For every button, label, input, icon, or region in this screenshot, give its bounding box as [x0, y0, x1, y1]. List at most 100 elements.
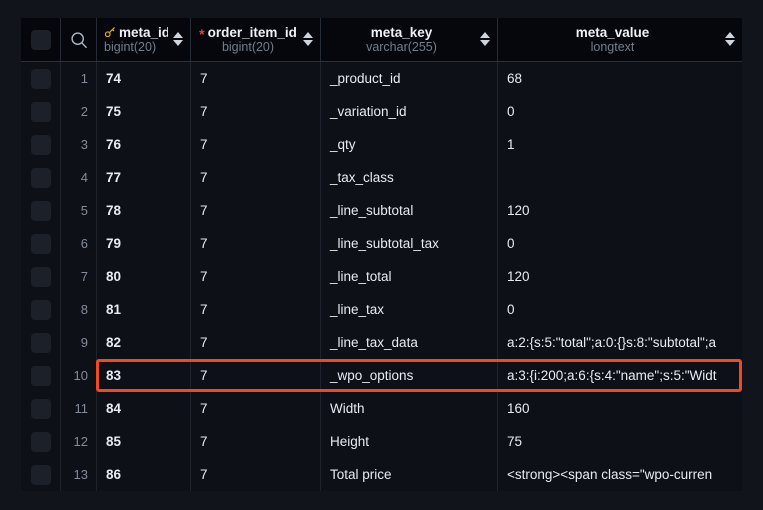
- cell-meta-value[interactable]: 120: [497, 194, 742, 227]
- table-row[interactable]: 12 85 7 Height 75: [21, 425, 742, 458]
- table-row[interactable]: 9 82 7 _line_tax_data a:2:{s:5:"total";a:0:{…: [21, 326, 742, 359]
- cell-meta-value[interactable]: 0: [497, 95, 742, 128]
- cell-meta-value[interactable]: 0: [497, 227, 742, 260]
- row-select-cell[interactable]: [21, 194, 60, 227]
- row-select-cell[interactable]: [21, 62, 60, 95]
- cell-meta-id[interactable]: 82: [96, 326, 190, 359]
- row-select-cell[interactable]: [21, 260, 60, 293]
- cell-meta-id[interactable]: 76: [96, 128, 190, 161]
- sort-toggle-meta-key[interactable]: [479, 30, 490, 48]
- table-row[interactable]: 11 84 7 Width 160: [21, 392, 742, 425]
- cell-order-item-id[interactable]: 7: [190, 128, 320, 161]
- cell-meta-key[interactable]: _wpo_options: [320, 359, 497, 392]
- cell-meta-id[interactable]: 78: [96, 194, 190, 227]
- search-cell[interactable]: [60, 18, 96, 61]
- column-header-meta-id[interactable]: meta_id bigint(20): [96, 18, 190, 61]
- cell-meta-value[interactable]: 75: [497, 425, 742, 458]
- cell-meta-key[interactable]: _variation_id: [320, 95, 497, 128]
- cell-order-item-id[interactable]: 7: [190, 62, 320, 95]
- row-select-checkbox[interactable]: [30, 266, 51, 287]
- cell-order-item-id[interactable]: 7: [190, 458, 320, 491]
- cell-meta-key[interactable]: Total price: [320, 458, 497, 491]
- row-select-cell[interactable]: [21, 161, 60, 194]
- table-row[interactable]: 2 75 7 _variation_id 0: [21, 95, 742, 128]
- table-row[interactable]: 10 83 7 _wpo_options a:3:{i:200;a:6:{s:4:"na…: [21, 359, 742, 392]
- column-header-meta-key[interactable]: meta_key varchar(255): [320, 18, 497, 61]
- cell-meta-key[interactable]: _line_tax_data: [320, 326, 497, 359]
- row-select-checkbox[interactable]: [30, 431, 51, 452]
- cell-meta-value[interactable]: [497, 161, 742, 194]
- table-row[interactable]: 5 78 7 _line_subtotal 120: [21, 194, 742, 227]
- row-select-checkbox[interactable]: [30, 332, 51, 353]
- select-all-cell[interactable]: [21, 18, 60, 61]
- row-select-checkbox[interactable]: [30, 101, 51, 122]
- row-select-cell[interactable]: [21, 392, 60, 425]
- sort-toggle-meta-value[interactable]: [724, 30, 735, 48]
- cell-order-item-id[interactable]: 7: [190, 425, 320, 458]
- sort-toggle-order-item-id[interactable]: [302, 30, 313, 48]
- row-select-checkbox[interactable]: [30, 299, 51, 320]
- row-select-checkbox[interactable]: [30, 464, 51, 485]
- cell-meta-key[interactable]: _line_tax: [320, 293, 497, 326]
- row-select-cell[interactable]: [21, 326, 60, 359]
- cell-meta-value[interactable]: 160: [497, 392, 742, 425]
- row-select-cell[interactable]: [21, 128, 60, 161]
- row-select-checkbox[interactable]: [30, 398, 51, 419]
- cell-meta-key[interactable]: Height: [320, 425, 497, 458]
- row-select-checkbox[interactable]: [30, 233, 51, 254]
- row-select-checkbox[interactable]: [30, 68, 51, 89]
- cell-meta-value[interactable]: 1: [497, 128, 742, 161]
- row-select-checkbox[interactable]: [30, 167, 51, 188]
- cell-meta-value[interactable]: <strong><span class="wpo-curren: [497, 458, 742, 491]
- cell-order-item-id[interactable]: 7: [190, 392, 320, 425]
- cell-meta-id[interactable]: 81: [96, 293, 190, 326]
- cell-meta-key[interactable]: _line_subtotal: [320, 194, 497, 227]
- row-select-checkbox[interactable]: [30, 134, 51, 155]
- table-row[interactable]: 1 74 7 _product_id 68: [21, 62, 742, 95]
- cell-order-item-id[interactable]: 7: [190, 260, 320, 293]
- row-select-cell[interactable]: [21, 293, 60, 326]
- row-select-checkbox[interactable]: [30, 200, 51, 221]
- sort-toggle-meta-id[interactable]: [172, 30, 183, 48]
- cell-meta-id[interactable]: 86: [96, 458, 190, 491]
- cell-meta-key[interactable]: _tax_class: [320, 161, 497, 194]
- table-row[interactable]: 3 76 7 _qty 1: [21, 128, 742, 161]
- cell-meta-id[interactable]: 75: [96, 95, 190, 128]
- table-row[interactable]: 4 77 7 _tax_class: [21, 161, 742, 194]
- cell-order-item-id[interactable]: 7: [190, 194, 320, 227]
- row-select-cell[interactable]: [21, 425, 60, 458]
- cell-order-item-id[interactable]: 7: [190, 359, 320, 392]
- cell-meta-key[interactable]: _line_subtotal_tax: [320, 227, 497, 260]
- select-all-checkbox[interactable]: [30, 29, 51, 50]
- cell-order-item-id[interactable]: 7: [190, 161, 320, 194]
- table-row[interactable]: 6 79 7 _line_subtotal_tax 0: [21, 227, 742, 260]
- cell-meta-key[interactable]: _qty: [320, 128, 497, 161]
- cell-meta-key[interactable]: Width: [320, 392, 497, 425]
- cell-meta-value[interactable]: 120: [497, 260, 742, 293]
- table-row[interactable]: 13 86 7 Total price <strong><span class="wp…: [21, 458, 742, 491]
- cell-meta-value[interactable]: a:2:{s:5:"total";a:0:{}s:8:"subtotal";a: [497, 326, 742, 359]
- cell-meta-id[interactable]: 85: [96, 425, 190, 458]
- cell-meta-id[interactable]: 80: [96, 260, 190, 293]
- column-header-order-item-id[interactable]: * order_item_id bigint(20): [190, 18, 320, 61]
- cell-meta-value[interactable]: a:3:{i:200;a:6:{s:4:"name";s:5:"Widt: [497, 359, 742, 392]
- cell-order-item-id[interactable]: 7: [190, 326, 320, 359]
- row-select-cell[interactable]: [21, 458, 60, 491]
- row-select-cell[interactable]: [21, 227, 60, 260]
- row-select-checkbox[interactable]: [30, 365, 51, 386]
- row-select-cell[interactable]: [21, 359, 60, 392]
- cell-meta-id[interactable]: 74: [96, 62, 190, 95]
- cell-meta-id[interactable]: 83: [96, 359, 190, 392]
- cell-meta-id[interactable]: 84: [96, 392, 190, 425]
- column-header-meta-value[interactable]: meta_value longtext: [497, 18, 742, 61]
- search-icon[interactable]: [70, 31, 88, 49]
- cell-order-item-id[interactable]: 7: [190, 293, 320, 326]
- cell-meta-id[interactable]: 79: [96, 227, 190, 260]
- cell-meta-id[interactable]: 77: [96, 161, 190, 194]
- cell-meta-key[interactable]: _line_total: [320, 260, 497, 293]
- cell-meta-value[interactable]: 0: [497, 293, 742, 326]
- cell-order-item-id[interactable]: 7: [190, 95, 320, 128]
- row-select-cell[interactable]: [21, 95, 60, 128]
- cell-order-item-id[interactable]: 7: [190, 227, 320, 260]
- table-row[interactable]: 7 80 7 _line_total 120: [21, 260, 742, 293]
